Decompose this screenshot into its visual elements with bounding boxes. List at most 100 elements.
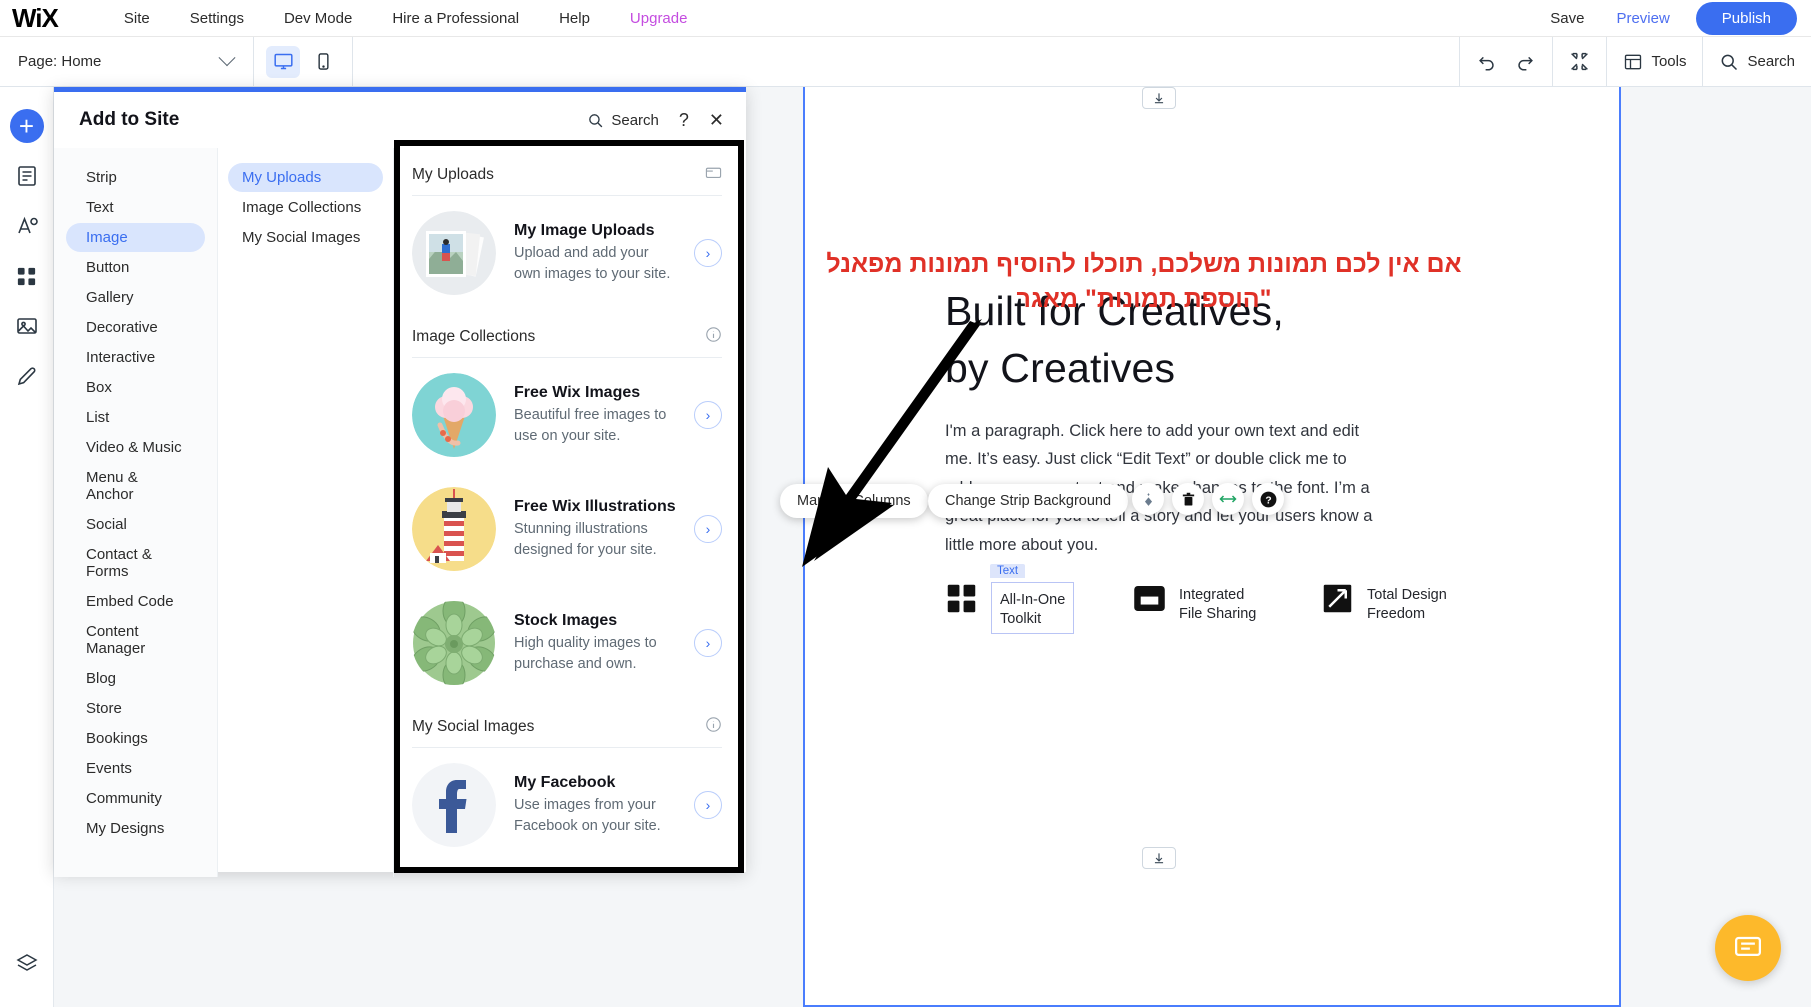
category-embed-code[interactable]: Embed Code xyxy=(66,587,205,616)
delete-icon[interactable] xyxy=(1172,483,1204,515)
menu-item-dev-mode[interactable]: Dev Mode xyxy=(264,10,372,27)
feature-item-design-freedom[interactable]: Total Design Freedom xyxy=(1321,582,1509,634)
search-button[interactable]: Search xyxy=(1719,52,1795,72)
list-item[interactable]: Free Wix Illustrations Stunning illustra… xyxy=(394,472,746,586)
panel-close-button[interactable]: ✕ xyxy=(709,110,724,131)
apps-button[interactable] xyxy=(4,251,50,301)
feature-item-file-sharing[interactable]: Integrated File Sharing xyxy=(1133,582,1321,634)
panel-body: Strip Text Image Button Gallery Decorati… xyxy=(54,148,746,877)
category-contact-forms[interactable]: Contact & Forms xyxy=(66,540,205,586)
layers-button[interactable] xyxy=(4,939,50,989)
media-button[interactable] xyxy=(4,301,50,351)
category-video-music[interactable]: Video & Music xyxy=(66,433,205,462)
category-social[interactable]: Social xyxy=(66,510,205,539)
desktop-view-button[interactable] xyxy=(266,45,300,78)
subcategory-image-collections[interactable]: Image Collections xyxy=(228,193,383,222)
category-my-designs[interactable]: My Designs xyxy=(66,814,205,843)
info-icon[interactable] xyxy=(705,326,722,348)
thumbnail-succulent xyxy=(412,601,496,685)
feature-label-design-freedom: Total Design Freedom xyxy=(1367,587,1447,622)
menu-item-upgrade[interactable]: Upgrade xyxy=(610,10,708,27)
category-image[interactable]: Image xyxy=(66,223,205,252)
list-item[interactable]: Free Wix Images Beautiful free images to… xyxy=(394,358,746,472)
change-strip-background-button[interactable]: Change Strip Background xyxy=(928,484,1129,518)
feature-item-toolkit[interactable]: Text All-In-One Toolkit xyxy=(945,564,1133,634)
section-title-image-collections: Image Collections xyxy=(412,328,536,345)
top-bar-actions: Save Preview Publish xyxy=(1534,1,1811,35)
redo-button[interactable] xyxy=(1514,51,1536,73)
panel-category-list: Strip Text Image Button Gallery Decorati… xyxy=(54,148,218,877)
category-list[interactable]: List xyxy=(66,403,205,432)
info-icon[interactable] xyxy=(705,716,722,738)
list-item-text: Free Wix Images Beautiful free images to… xyxy=(514,384,676,446)
editor-toolbar: Page: Home Tools Search xyxy=(0,36,1811,87)
list-item-title: My Image Uploads xyxy=(514,221,655,239)
category-button[interactable]: Button xyxy=(66,253,205,282)
save-button[interactable]: Save xyxy=(1534,10,1600,27)
zoom-out-group xyxy=(1552,36,1606,87)
list-item-title: My Facebook xyxy=(514,773,616,791)
toolbar-right: Tools Search xyxy=(1459,36,1811,87)
zoom-out-button[interactable] xyxy=(1569,51,1590,72)
panel-search-button[interactable]: Search xyxy=(587,112,659,129)
pages-button[interactable] xyxy=(4,151,50,201)
category-blog[interactable]: Blog xyxy=(66,664,205,693)
category-menu-anchor[interactable]: Menu & Anchor xyxy=(66,463,205,509)
list-item-text: My Image Uploads Upload and add your own… xyxy=(514,222,676,284)
strip-handle-bottom[interactable] xyxy=(1142,847,1176,869)
thumbnail-lighthouse xyxy=(412,487,496,571)
list-item[interactable]: Stock Images High quality images to purc… xyxy=(394,586,746,700)
tools-button[interactable]: Tools xyxy=(1623,52,1686,72)
category-decorative[interactable]: Decorative xyxy=(66,313,205,342)
plus-icon: + xyxy=(9,109,44,143)
category-interactive[interactable]: Interactive xyxy=(66,343,205,372)
menu-item-hire-a-professional[interactable]: Hire a Professional xyxy=(372,10,539,27)
chevron-right-icon[interactable]: › xyxy=(694,239,722,267)
category-text[interactable]: Text xyxy=(66,193,205,222)
category-box[interactable]: Box xyxy=(66,373,205,402)
publish-button[interactable]: Publish xyxy=(1695,1,1797,35)
chevron-right-icon[interactable]: › xyxy=(694,791,722,819)
menu-item-site[interactable]: Site xyxy=(104,10,170,27)
blog-button[interactable] xyxy=(4,351,50,401)
panel-help-button[interactable]: ? xyxy=(679,110,689,131)
category-gallery[interactable]: Gallery xyxy=(66,283,205,312)
feature-label-box-selected[interactable]: Text All-In-One Toolkit xyxy=(990,564,1075,634)
list-item[interactable]: My Facebook Use images from your Faceboo… xyxy=(394,748,746,862)
subcategory-my-uploads[interactable]: My Uploads xyxy=(228,163,383,192)
subcategory-my-social-images[interactable]: My Social Images xyxy=(228,223,383,252)
menu-item-help[interactable]: Help xyxy=(539,10,610,27)
category-store[interactable]: Store xyxy=(66,694,205,723)
undo-button[interactable] xyxy=(1476,51,1498,73)
category-strip[interactable]: Strip xyxy=(66,163,205,192)
animation-icon[interactable] xyxy=(1132,483,1164,515)
mobile-view-button[interactable] xyxy=(306,46,340,78)
category-bookings[interactable]: Bookings xyxy=(66,724,205,753)
category-content-manager[interactable]: Content Manager xyxy=(66,617,205,663)
left-toolbar-rail: + xyxy=(0,87,54,1007)
chevron-right-icon[interactable]: › xyxy=(694,401,722,429)
page-selector[interactable]: Page: Home xyxy=(0,36,254,87)
category-community[interactable]: Community xyxy=(66,784,205,813)
category-events[interactable]: Events xyxy=(66,754,205,783)
upload-image-icon[interactable] xyxy=(705,164,722,186)
menu-item-settings[interactable]: Settings xyxy=(170,10,264,27)
strip-handle-top[interactable] xyxy=(1142,87,1176,109)
chevron-right-icon[interactable]: › xyxy=(694,629,722,657)
manage-columns-button[interactable]: Manage Columns xyxy=(780,484,928,518)
tools-label: Tools xyxy=(1651,53,1687,70)
preview-button[interactable]: Preview xyxy=(1600,10,1685,27)
stretch-icon[interactable] xyxy=(1212,483,1244,515)
wix-logo[interactable]: WiX xyxy=(12,3,59,34)
chevron-right-icon[interactable]: › xyxy=(694,515,722,543)
thumbnail-photos-stack xyxy=(412,211,496,295)
history-group xyxy=(1459,36,1552,87)
design-button[interactable] xyxy=(4,201,50,251)
svg-text:?: ? xyxy=(1265,495,1271,506)
chat-support-button[interactable] xyxy=(1715,915,1781,981)
list-item[interactable]: My Image Uploads Upload and add your own… xyxy=(394,196,746,310)
add-elements-button[interactable]: + xyxy=(4,101,50,151)
help-icon[interactable]: ? xyxy=(1252,483,1284,515)
page-canvas-area[interactable]: Built for Creatives, by Creatives I'm a … xyxy=(803,87,1621,1007)
panel-header-actions: Search ? ✕ xyxy=(587,110,724,131)
